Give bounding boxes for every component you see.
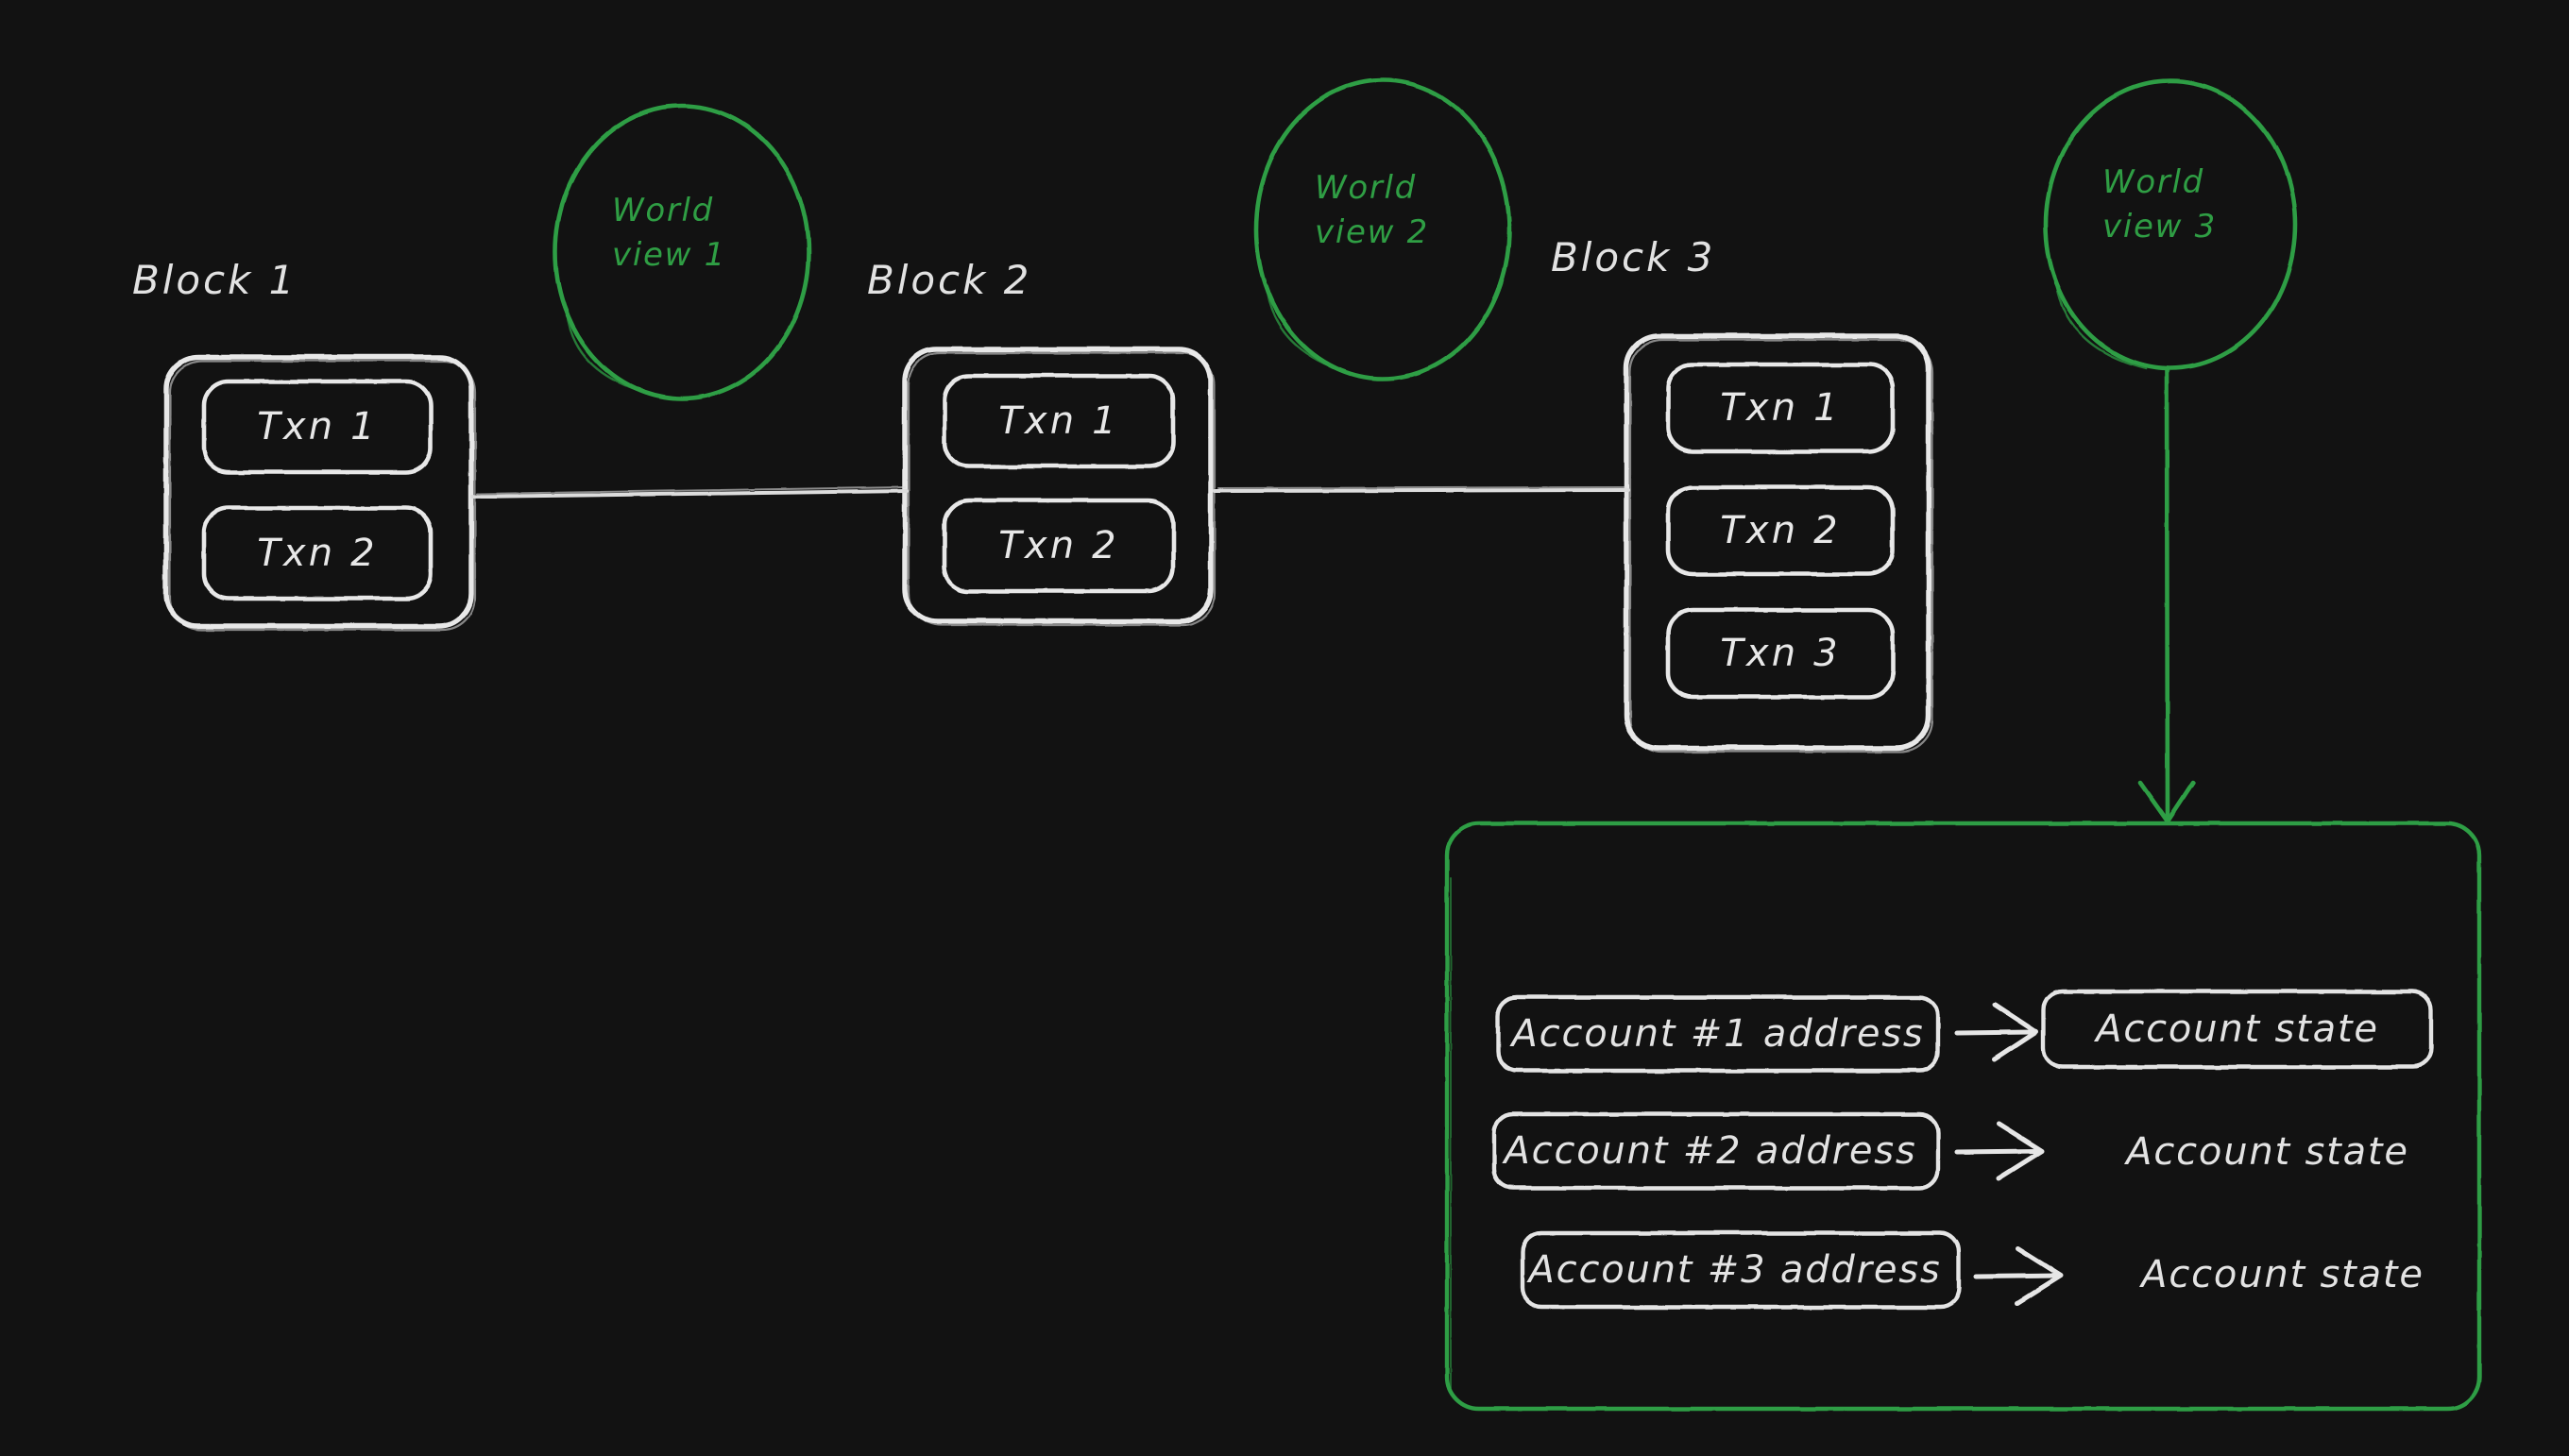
- block-3-txn-3-label: Txn 3: [1720, 632, 1841, 675]
- block-3-txn-1-label: Txn 1: [1720, 386, 1841, 430]
- world-view-2-line-1: World: [1315, 169, 1417, 207]
- account-3-address-label: Account #3 address: [1528, 1248, 1942, 1292]
- account-2-state-label: Account state: [2126, 1130, 2409, 1174]
- block-1-txn-1-label: Txn 1: [257, 405, 378, 449]
- world-view-2-label: World view 2: [1315, 166, 1429, 255]
- diagram-text-layer: Block 1 Block 2 Block 3 Txn 1 Txn 2 Txn …: [0, 0, 2569, 1456]
- world-view-1-line-1: World: [612, 192, 714, 229]
- diagram-canvas: Block 1 Block 2 Block 3 Txn 1 Txn 2 Txn …: [0, 0, 2569, 1456]
- world-view-3-line-2: view 3: [2102, 207, 2217, 245]
- block-3-txn-2-label: Txn 2: [1720, 509, 1841, 552]
- block-3-label: Block 3: [1551, 234, 1716, 280]
- block-2-txn-2-label: Txn 2: [998, 524, 1119, 567]
- world-view-3-label: World view 3: [2102, 161, 2217, 249]
- world-view-1-label: World view 1: [612, 189, 726, 278]
- block-2-txn-1-label: Txn 1: [998, 399, 1119, 443]
- block-1-txn-2-label: Txn 2: [257, 532, 378, 575]
- world-view-3-line-1: World: [2102, 163, 2204, 201]
- block-2-label: Block 2: [867, 257, 1032, 303]
- account-1-state-label: Account state: [2096, 1007, 2379, 1051]
- account-3-state-label: Account state: [2141, 1253, 2424, 1296]
- account-2-address-label: Account #2 address: [1504, 1129, 1917, 1173]
- account-1-address-label: Account #1 address: [1511, 1012, 1925, 1056]
- world-view-1-line-2: view 1: [612, 235, 726, 274]
- world-view-2-line-2: view 2: [1315, 212, 1429, 251]
- block-1-label: Block 1: [132, 257, 298, 303]
